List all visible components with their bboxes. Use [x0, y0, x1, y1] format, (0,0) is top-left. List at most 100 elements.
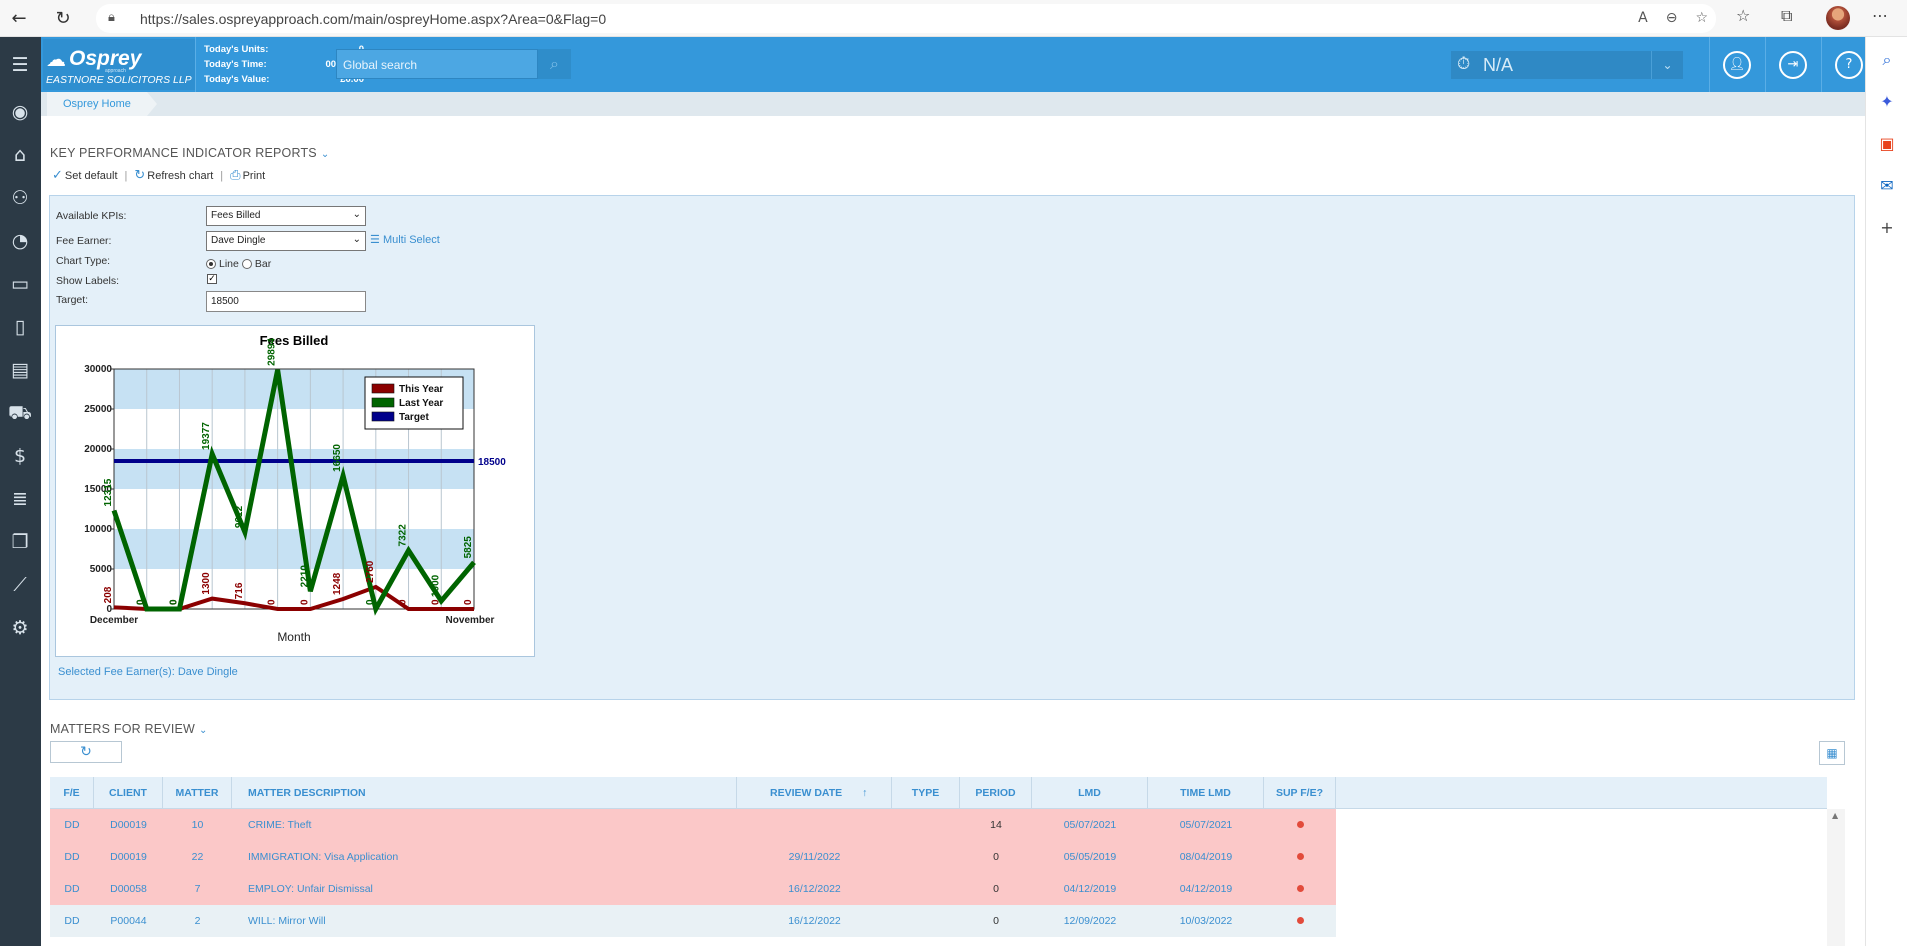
legend-item: This Year — [399, 384, 443, 395]
refresh-chart-button[interactable]: Refresh chart — [147, 170, 213, 182]
chart-type-label: Chart Type: — [56, 255, 111, 267]
col-matter-description[interactable]: MATTER DESCRIPTION — [232, 777, 737, 809]
grid-scrollbar[interactable]: ▲ — [1827, 809, 1845, 946]
col-client[interactable]: CLIENT — [94, 777, 163, 809]
global-search-input[interactable]: Global search — [336, 49, 538, 79]
col-period[interactable]: PERIOD — [960, 777, 1032, 809]
col-fe[interactable]: F/E — [50, 777, 94, 809]
user-icon[interactable]: 👤︎ — [1723, 51, 1751, 79]
data-label: 0 — [430, 599, 441, 605]
matters-icon[interactable]: ▯ — [4, 311, 36, 343]
clients-icon[interactable]: ⚇ — [4, 182, 36, 214]
kpi-title-text: KEY PERFORMANCE INDICATOR REPORTS — [50, 146, 317, 160]
y-tick-label: 25000 — [84, 404, 112, 415]
eye-icon[interactable]: ◉ — [4, 96, 36, 128]
kpi-toolbar: ✓ Set default | ↻ Refresh chart | ⎙ Prin… — [52, 168, 265, 183]
osprey-logo[interactable]: ☁ Osprey approach EASTNORE SOLICITORS LL… — [43, 39, 195, 90]
cell-matter: 2 — [194, 915, 201, 927]
col-time-lmd[interactable]: TIME LMD — [1148, 777, 1264, 809]
home-icon[interactable]: ⌂ — [4, 139, 36, 171]
back-icon[interactable]: ← — [6, 6, 32, 32]
refresh-icon: ↻ — [134, 168, 146, 183]
url-text[interactable]: https://sales.ospreyapproach.com/main/os… — [140, 11, 606, 27]
address-bar[interactable]: 🔒︎ https://sales.ospreyapproach.com/main… — [96, 4, 1716, 33]
zoom-icon[interactable]: ⊖ — [1666, 10, 1678, 26]
table-row[interactable]: DD P00044 2 WILL: Mirror Will 16/12/2022 0 12/… — [50, 905, 1336, 937]
available-kpis-value: Fees Billed — [211, 210, 261, 221]
divider — [1821, 37, 1822, 92]
cell-description: EMPLOY: Unfair Dismissal — [248, 883, 373, 895]
matters-section-title[interactable]: MATTERS FOR REVIEW ⌄ — [50, 722, 208, 736]
search-icon[interactable]: ⌕ — [1874, 47, 1900, 73]
data-label: 208 — [103, 586, 114, 603]
chevron-down-icon: ⌄ — [199, 725, 208, 736]
sort-up-icon: ↑ — [862, 787, 868, 799]
copilot-icon[interactable]: ✦ — [1874, 89, 1900, 115]
table-row[interactable]: DD D00058 7 EMPLOY: Unfair Dismissal 16/12/2… — [50, 873, 1336, 905]
calendar-icon[interactable]: ▭ — [4, 268, 36, 300]
chevron-down-icon: ⌄ — [352, 209, 361, 220]
menu-icon[interactable]: ☰ — [4, 49, 36, 81]
legend-swatch — [371, 397, 395, 408]
target-label: 18500 — [478, 457, 506, 468]
help-icon[interactable]: ? — [1835, 51, 1863, 79]
profile-avatar[interactable] — [1826, 6, 1850, 30]
table-row[interactable]: DD D00019 22 IMMIGRATION: Visa Application 2… — [50, 841, 1336, 873]
data-label: 2210 — [299, 565, 310, 588]
data-label: 0 — [267, 599, 278, 605]
show-labels-checkbox[interactable]: ✓ — [207, 274, 217, 284]
cell-time-lmd: 10/03/2022 — [1179, 915, 1233, 927]
column-chooser-icon[interactable]: ▦ — [1819, 741, 1845, 765]
available-kpis-select[interactable]: Fees Billed ⌄ — [206, 206, 366, 226]
favorites-icon[interactable]: ☆ — [1736, 6, 1750, 25]
search-button[interactable]: ⌕ — [538, 49, 571, 79]
reload-icon[interactable]: ↻ — [50, 6, 76, 32]
line-label: Line — [219, 258, 239, 270]
reports-icon[interactable]: ⟋ — [4, 569, 36, 601]
col-lmd[interactable]: LMD — [1032, 777, 1148, 809]
separator: | — [220, 169, 224, 182]
chart-type-line-radio[interactable] — [206, 259, 216, 269]
chart-type-bar-radio[interactable] — [241, 259, 252, 269]
kpi-section-title[interactable]: KEY PERFORMANCE INDICATOR REPORTS ⌄ — [50, 146, 329, 160]
separator: | — [124, 169, 128, 182]
fee-earner-select[interactable]: Dave Dingle ⌄ — [206, 231, 366, 251]
ledger-icon[interactable]: ▤ — [4, 354, 36, 386]
cart-icon[interactable]: ⛟ — [4, 397, 36, 429]
favorite-add-icon[interactable]: ☆ — [1695, 10, 1708, 26]
col-matter[interactable]: MATTER — [163, 777, 232, 809]
set-default-button[interactable]: Set default — [65, 170, 118, 182]
billing-icon[interactable]: $ — [4, 440, 36, 472]
col-type[interactable]: TYPE — [892, 777, 960, 809]
read-aloud-icon[interactable]: A — [1638, 10, 1648, 26]
status-dot-icon — [1296, 917, 1304, 924]
table-row[interactable]: DD D00019 10 CRIME: Theft 14 05/07/2021 05/07/… — [50, 809, 1336, 841]
print-button[interactable]: Print — [243, 170, 266, 182]
settings-list-icon[interactable]: ≣ — [4, 483, 36, 515]
refresh-matters-button[interactable]: ↻ — [50, 741, 122, 763]
breadcrumb-home[interactable]: Osprey Home — [47, 92, 157, 116]
add-icon[interactable]: + — [1874, 215, 1900, 241]
collections-icon[interactable]: ⧉ — [1781, 6, 1792, 26]
outlook-icon[interactable]: ✉ — [1874, 173, 1900, 199]
chart-type-radios: Line Bar — [206, 258, 271, 270]
office-icon[interactable]: ▣ — [1874, 131, 1900, 157]
target-input[interactable]: 18500 — [206, 291, 366, 312]
col-sup-fe[interactable]: SUP F/E? — [1264, 777, 1336, 809]
scroll-up-icon[interactable]: ▲ — [1832, 811, 1838, 820]
timer-dropdown[interactable]: ⌄ — [1651, 51, 1683, 79]
multi-select-link[interactable]: ☰ Multi Select — [370, 233, 440, 246]
col-review-date[interactable]: REVIEW DATE ↑ — [737, 777, 892, 809]
timer-display[interactable]: ⏱ N/A — [1451, 51, 1651, 79]
data-label: 0 — [398, 599, 409, 605]
admin-icon[interactable]: ⚙ — [4, 612, 36, 644]
cell-description: CRIME: Theft — [248, 819, 312, 831]
more-icon[interactable]: ⋯ — [1872, 6, 1888, 25]
logout-icon[interactable]: ⇥ — [1779, 51, 1807, 79]
timer-icon[interactable]: ◔ — [4, 225, 36, 257]
bar-label: Bar — [254, 258, 272, 270]
fee-earner-label: Fee Earner: — [56, 235, 112, 247]
cell-client: D00019 — [110, 851, 147, 863]
documents-icon[interactable]: ❐ — [4, 526, 36, 558]
printer-icon: ⎙ — [230, 168, 241, 183]
